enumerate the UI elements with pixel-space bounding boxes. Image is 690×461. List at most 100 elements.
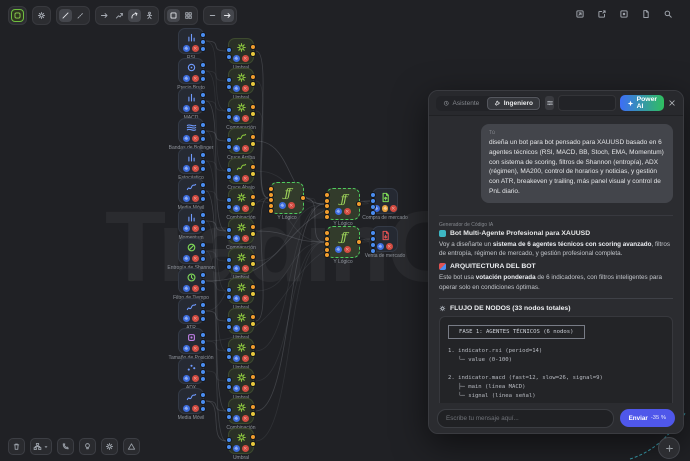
tab-ingeniero[interactable]: Ingeniero (487, 97, 540, 110)
node-settings-button[interactable] (233, 355, 240, 362)
node-delete-button[interactable] (242, 175, 249, 182)
output-port[interactable] (200, 219, 206, 225)
node-settings-button[interactable] (335, 208, 342, 215)
output-port[interactable] (200, 399, 206, 405)
node-settings-button[interactable] (183, 195, 190, 202)
output-port[interactable] (250, 404, 256, 410)
output-port[interactable] (200, 376, 206, 382)
node-atr[interactable]: ATR (178, 298, 204, 324)
output-port[interactable] (250, 321, 256, 327)
node-settings-button[interactable] (183, 135, 190, 142)
input-port[interactable] (226, 47, 232, 53)
output-port[interactable] (200, 286, 206, 292)
node-momentum[interactable]: Momentum (178, 208, 204, 234)
grid-button[interactable] (182, 9, 195, 22)
node-settings-button[interactable] (183, 345, 190, 352)
input-port[interactable] (226, 77, 232, 83)
input-port[interactable] (226, 264, 232, 270)
node-delete-button[interactable] (192, 345, 199, 352)
node-umbral[interactable]: Umbral (228, 248, 254, 274)
output-port[interactable] (250, 254, 256, 260)
output-port[interactable] (200, 99, 206, 105)
output-port[interactable] (200, 316, 206, 322)
node-settings-button[interactable] (233, 385, 240, 392)
node-umbral[interactable]: Umbral (228, 278, 254, 304)
output-port[interactable] (250, 164, 256, 170)
input-port[interactable] (226, 347, 232, 353)
node-settings-button[interactable] (183, 45, 190, 52)
search-button[interactable] (662, 8, 674, 20)
node-cruce-abajo[interactable]: Cruce Abajo (228, 158, 254, 184)
output-port[interactable] (250, 291, 256, 297)
node-precio-bruto[interactable]: Precio Bruto (178, 58, 204, 84)
output-port[interactable] (250, 434, 256, 440)
output-port[interactable] (250, 381, 256, 387)
layout-button[interactable] (30, 438, 52, 455)
output-port[interactable] (200, 46, 206, 52)
node-settings-button[interactable] (233, 85, 240, 92)
edit-button[interactable] (596, 8, 608, 20)
output-port[interactable] (250, 224, 256, 230)
node-delete-button[interactable] (192, 105, 199, 112)
node-estocastico[interactable]: Estocástico (178, 148, 204, 174)
node-tamano-de-posicion[interactable]: Tamaño de Posición (178, 328, 204, 354)
node-delete-button[interactable] (242, 295, 249, 302)
output-port[interactable] (200, 226, 206, 232)
node-settings-button[interactable] (233, 445, 240, 452)
node-settings-button[interactable] (233, 55, 240, 62)
node-settings-button[interactable] (233, 175, 240, 182)
power-ai-button[interactable]: Power AI (620, 95, 664, 111)
output-port[interactable] (200, 279, 206, 285)
node-delete-button[interactable] (192, 225, 199, 232)
model-selector[interactable] (558, 95, 615, 111)
collapse-button[interactable] (206, 9, 219, 22)
output-port[interactable] (300, 195, 306, 201)
hint-button[interactable] (79, 438, 96, 455)
output-port[interactable] (200, 136, 206, 142)
output-port[interactable] (200, 196, 206, 202)
input-port[interactable] (226, 144, 232, 150)
output-port[interactable] (200, 406, 206, 412)
input-port[interactable] (226, 227, 232, 233)
node-filtro-de-tiempo[interactable]: Filtro de Tiempo (178, 268, 204, 294)
output-port[interactable] (200, 62, 206, 68)
dashed-wire-button[interactable] (74, 9, 87, 22)
node-cruce-arriba[interactable]: Cruce Arriba (228, 128, 254, 154)
node-delete-button[interactable] (390, 205, 397, 212)
output-port[interactable] (250, 104, 256, 110)
node-settings-button[interactable] (233, 295, 240, 302)
node-y-logico[interactable]: ƒƒY Lógico (326, 188, 360, 220)
output-port[interactable] (250, 81, 256, 87)
node-delete-button[interactable] (242, 145, 249, 152)
input-port[interactable] (226, 167, 232, 173)
node-settings-button[interactable] (233, 415, 240, 422)
node-settings-button[interactable] (183, 225, 190, 232)
output-port[interactable] (250, 44, 256, 50)
node-settings-button[interactable] (279, 202, 286, 209)
output-port[interactable] (250, 111, 256, 117)
input-port[interactable] (226, 197, 232, 203)
node-delete-button[interactable] (242, 445, 249, 452)
output-port[interactable] (200, 392, 206, 398)
node-delete-button[interactable] (192, 285, 199, 292)
input-port[interactable] (268, 208, 274, 214)
output-port[interactable] (356, 239, 362, 245)
output-port[interactable] (200, 272, 206, 278)
node-settings-button[interactable] (183, 165, 190, 172)
input-port[interactable] (226, 407, 232, 413)
straight-wire-button[interactable] (59, 9, 72, 22)
output-port[interactable] (250, 441, 256, 447)
output-port[interactable] (200, 32, 206, 38)
input-port[interactable] (226, 204, 232, 210)
node-umbral[interactable]: Umbral (228, 68, 254, 94)
node-settings-button[interactable] (233, 235, 240, 242)
output-port[interactable] (200, 339, 206, 345)
node-compra-de-mercado[interactable]: Compra de mercado (372, 188, 398, 214)
input-port[interactable] (226, 317, 232, 323)
input-port[interactable] (226, 377, 232, 383)
output-port[interactable] (250, 51, 256, 57)
node-delete-button[interactable] (344, 208, 351, 215)
node-settings-button[interactable] (233, 325, 240, 332)
input-port[interactable] (226, 384, 232, 390)
node-delete-button[interactable] (344, 246, 351, 253)
